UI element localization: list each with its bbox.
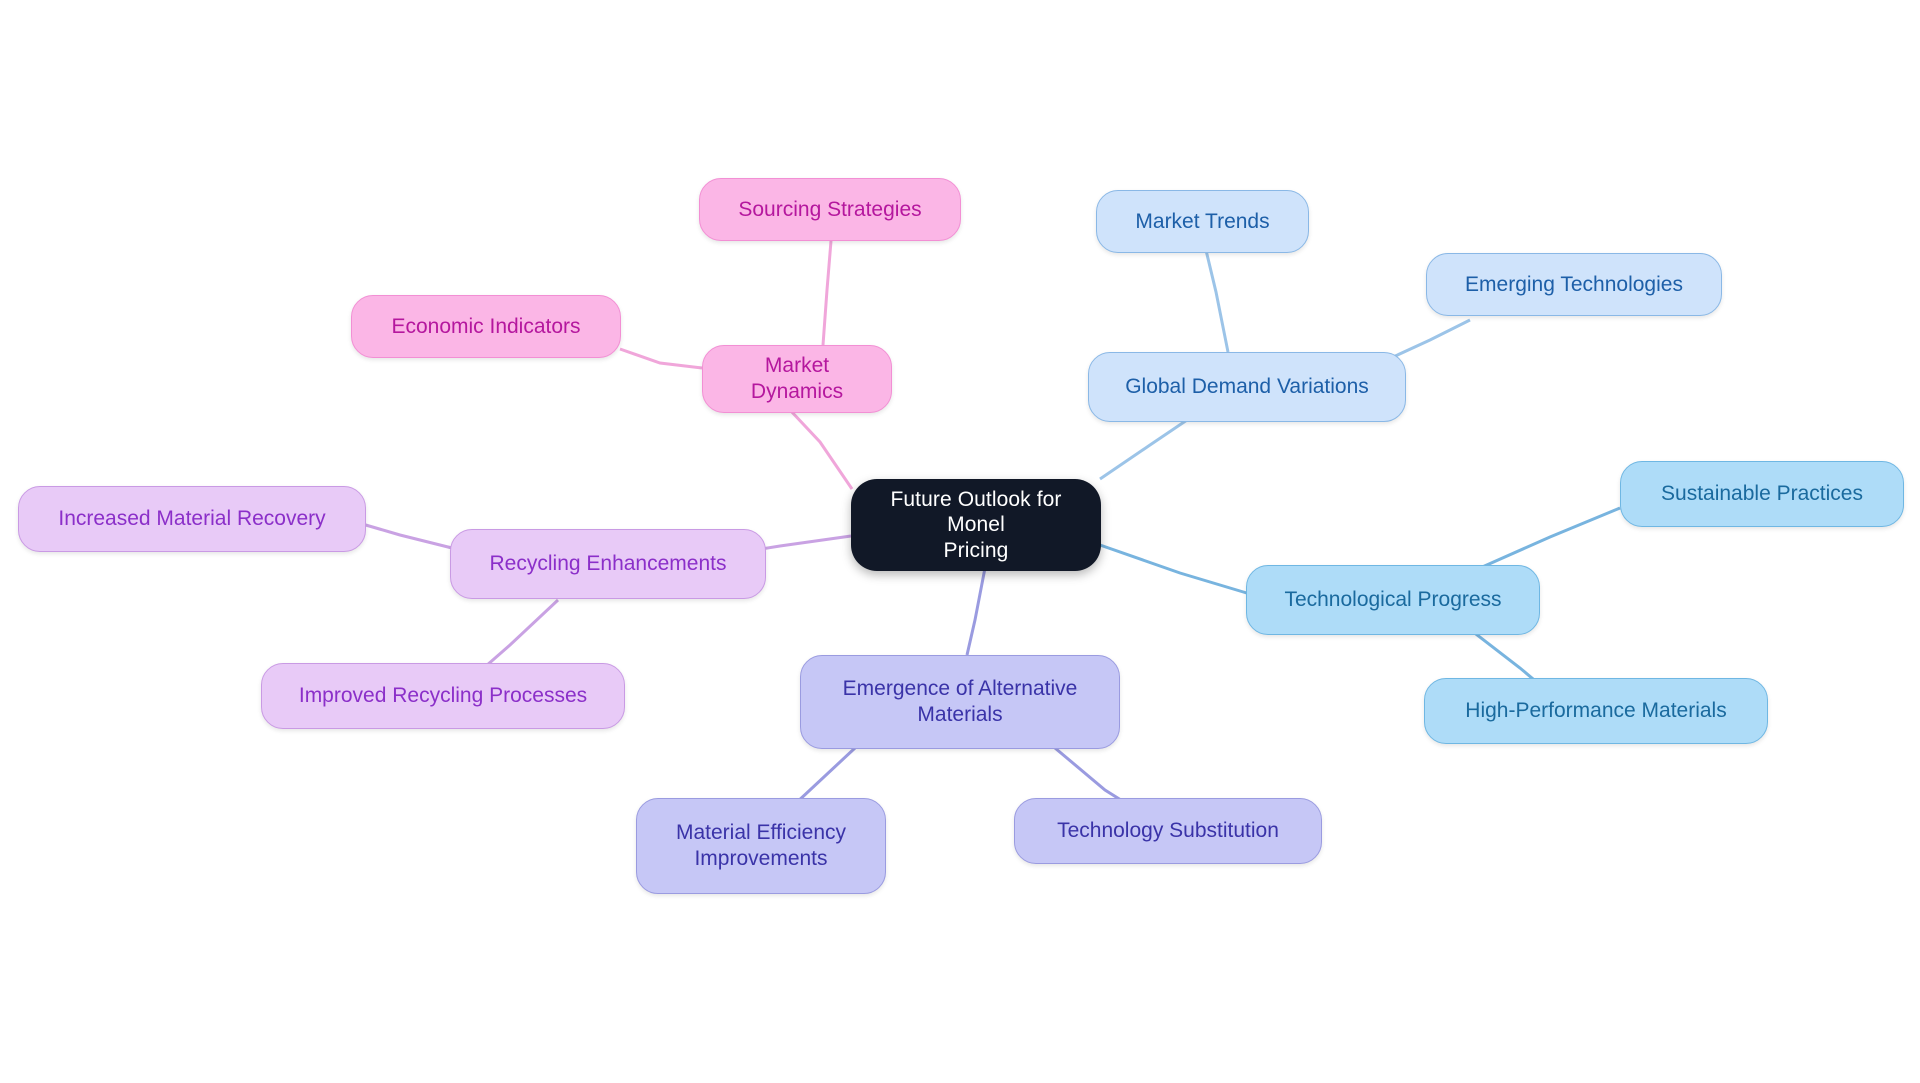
node-improved-recycling-processes-label: Improved Recycling Processes [298, 684, 588, 708]
node-emergence-alternative-materials-label: Emergence of Alternative Materials [842, 677, 1078, 726]
edge-recycling-increased-material-recovery [351, 519, 453, 550]
edge-root-technological-progress [1099, 543, 1251, 596]
node-recycling-enhancements[interactable]: Recycling Enhancements [450, 529, 766, 599]
mindmap-canvas: Future Outlook for Monel Pricing Market … [0, 0, 1920, 1083]
edge-market-dynamics-economic-indicators [619, 347, 703, 370]
node-high-performance-materials-label: High-Performance Materials [1465, 699, 1727, 723]
node-root[interactable]: Future Outlook for Monel Pricing [851, 479, 1101, 571]
node-improved-recycling-processes[interactable]: Improved Recycling Processes [261, 663, 625, 729]
node-recycling-enhancements-label: Recycling Enhancements [489, 552, 727, 576]
edge-root-global-demand-variations [1099, 416, 1191, 481]
node-market-trends[interactable]: Market Trends [1096, 190, 1309, 253]
node-market-dynamics-label: Market Dynamics [750, 354, 844, 403]
node-sustainable-practices-label: Sustainable Practices [1661, 482, 1863, 506]
edge-root-emergence-alternative-materials [965, 567, 987, 656]
node-material-efficiency-improvements-label: Material Efficiency Improvements [675, 821, 846, 870]
node-market-trends-label: Market Trends [1135, 209, 1270, 233]
edge-market-dynamics-sourcing-strategies [821, 240, 833, 346]
node-global-demand-variations[interactable]: Global Demand Variations [1088, 352, 1406, 422]
node-technological-progress-label: Technological Progress [1284, 588, 1502, 612]
node-market-dynamics[interactable]: Market Dynamics [702, 345, 892, 413]
edge-global-demand-market-trends [1203, 245, 1230, 353]
node-increased-material-recovery[interactable]: Increased Material Recovery [18, 486, 366, 552]
node-global-demand-variations-label: Global Demand Variations [1125, 375, 1369, 399]
node-root-label: Future Outlook for Monel Pricing [890, 487, 1062, 562]
node-economic-indicators-label: Economic Indicators [391, 314, 581, 338]
node-technology-substitution-label: Technology Substitution [1057, 819, 1279, 843]
node-emergence-alternative-materials[interactable]: Emergence of Alternative Materials [800, 655, 1120, 749]
edge-tech-progress-sustainable-practices [1479, 506, 1621, 570]
node-sustainable-practices[interactable]: Sustainable Practices [1620, 461, 1904, 527]
node-economic-indicators[interactable]: Economic Indicators [351, 295, 621, 358]
edge-root-market-dynamics [788, 408, 854, 490]
node-material-efficiency-improvements[interactable]: Material Efficiency Improvements [636, 798, 886, 894]
node-technological-progress[interactable]: Technological Progress [1246, 565, 1540, 635]
node-technology-substitution[interactable]: Technology Substitution [1014, 798, 1322, 864]
node-emerging-technologies-label: Emerging Technologies [1465, 272, 1683, 296]
node-emerging-technologies[interactable]: Emerging Technologies [1426, 253, 1722, 316]
node-high-performance-materials[interactable]: High-Performance Materials [1424, 678, 1768, 744]
node-increased-material-recovery-label: Increased Material Recovery [58, 507, 326, 531]
node-sourcing-strategies[interactable]: Sourcing Strategies [699, 178, 961, 241]
node-sourcing-strategies-label: Sourcing Strategies [738, 197, 922, 221]
